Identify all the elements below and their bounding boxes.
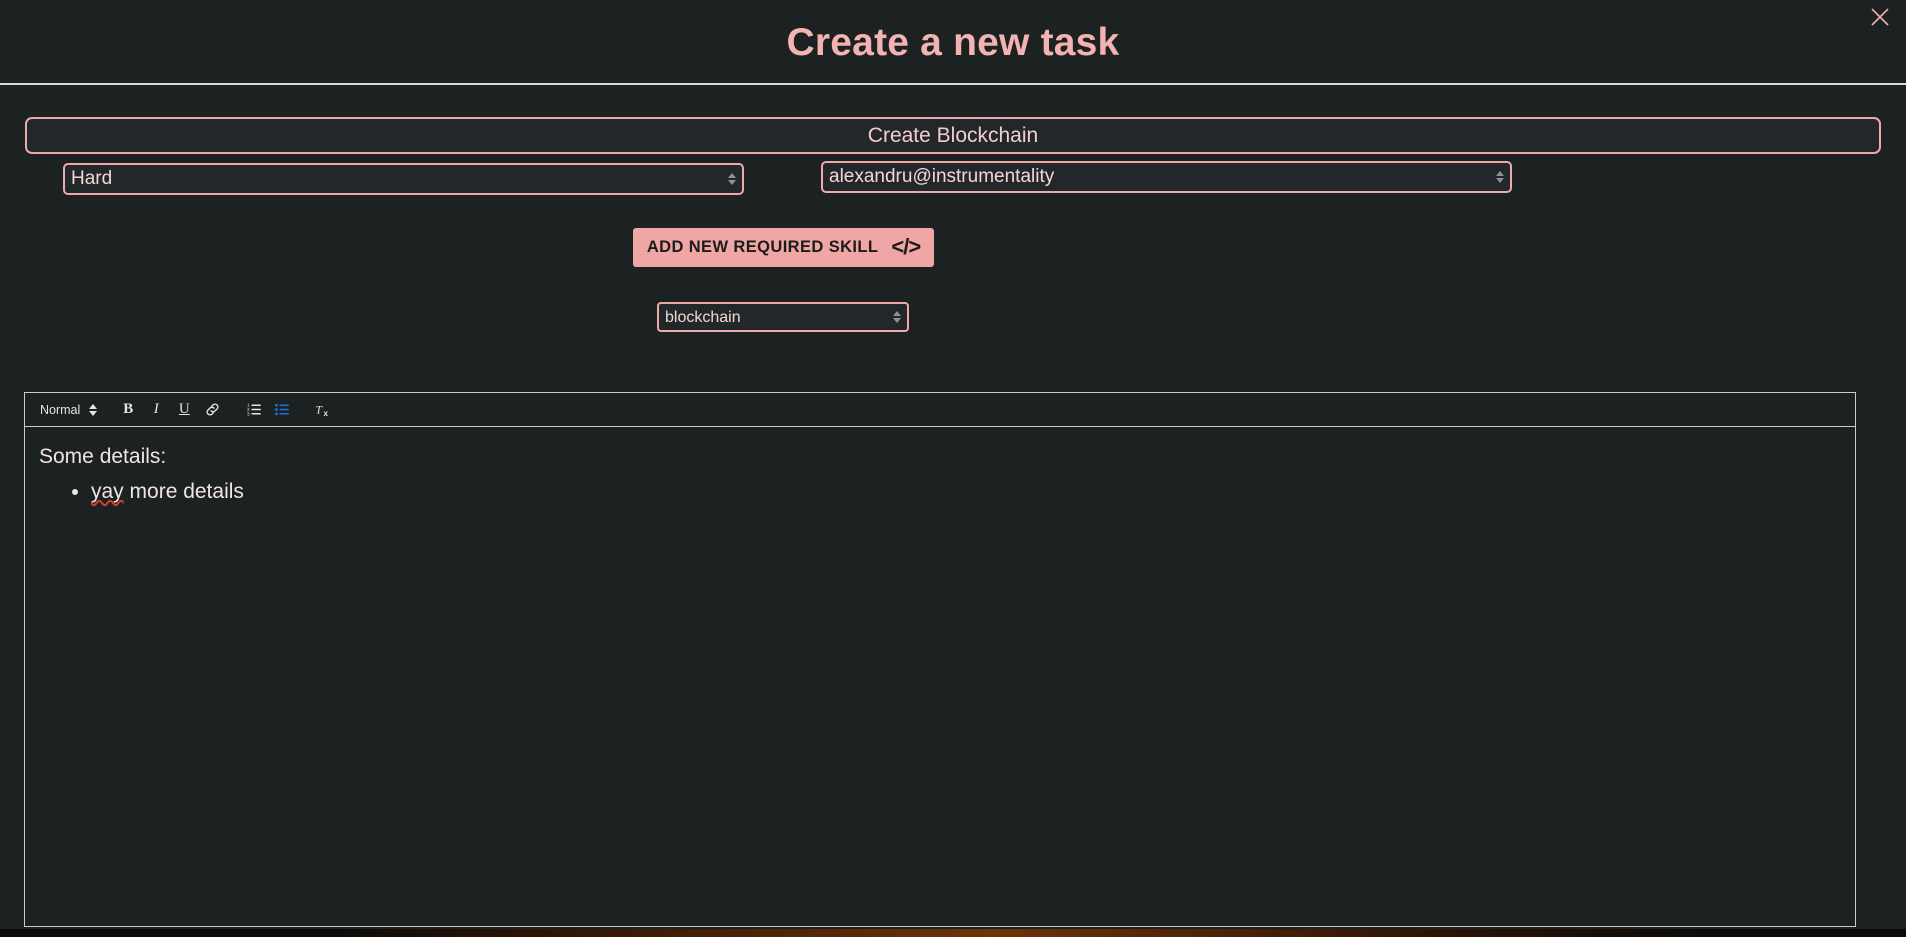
bold-icon: B [123,401,134,417]
skill-select[interactable]: blockchain [657,302,909,332]
misspelled-word: yay [91,479,124,503]
clear-formatting-button[interactable]: T x [311,398,337,422]
add-skill-label: ADD NEW REQUIRED SKILL [646,238,879,256]
svg-text:T: T [316,404,324,416]
ordered-list-icon: 123 [247,403,261,417]
italic-button[interactable]: I [143,398,169,422]
list-item: yay more details [91,476,1841,509]
add-new-required-skill-button[interactable]: ADD NEW REQUIRED SKILL </> [633,228,934,267]
task-title-input[interactable] [25,117,1881,154]
skill-select-wrapper[interactable]: blockchain [657,302,909,332]
bullet-list-icon [274,403,289,416]
underline-icon: U [178,401,190,417]
format-picker-label: Normal [40,402,81,417]
clear-formatting-icon: T x [316,404,329,418]
bullet-list-button[interactable] [269,398,295,422]
list-item-text: more details [123,479,244,503]
difficulty-select[interactable]: EasyMediumHard [63,163,744,195]
link-icon [206,403,219,416]
modal-header: Create a new task [0,0,1906,85]
svg-text:x: x [324,409,329,418]
chevron-updown-icon [89,403,98,416]
editor-toolbar: Normal B I U 1 2 3 T x [25,393,1855,427]
link-button[interactable] [199,398,225,422]
code-icon: </> [891,233,921,259]
assignee-select[interactable]: alexandru@instrumentality [821,161,1512,193]
editor-paragraph: Some details: [39,445,167,468]
close-icon [1871,8,1889,26]
italic-icon: I [153,401,159,417]
bold-button[interactable]: B [115,398,141,422]
assignee-select-wrapper[interactable]: alexandru@instrumentality [821,161,1512,193]
editor-bullet-list: yay more details [39,476,1841,509]
close-button[interactable] [1860,0,1900,34]
bottom-accent-strip [0,929,1906,937]
difficulty-select-wrapper[interactable]: EasyMediumHard [63,163,744,195]
ordered-list-button[interactable]: 123 [241,398,267,422]
underline-button[interactable]: U [171,398,197,422]
format-picker[interactable]: Normal [38,402,98,417]
page-title: Create a new task [786,21,1120,64]
description-content[interactable]: Some details: yay more details [25,427,1855,926]
svg-text:3: 3 [247,411,250,417]
description-editor: Normal B I U 1 2 3 T x Some details: • y… [24,392,1856,927]
